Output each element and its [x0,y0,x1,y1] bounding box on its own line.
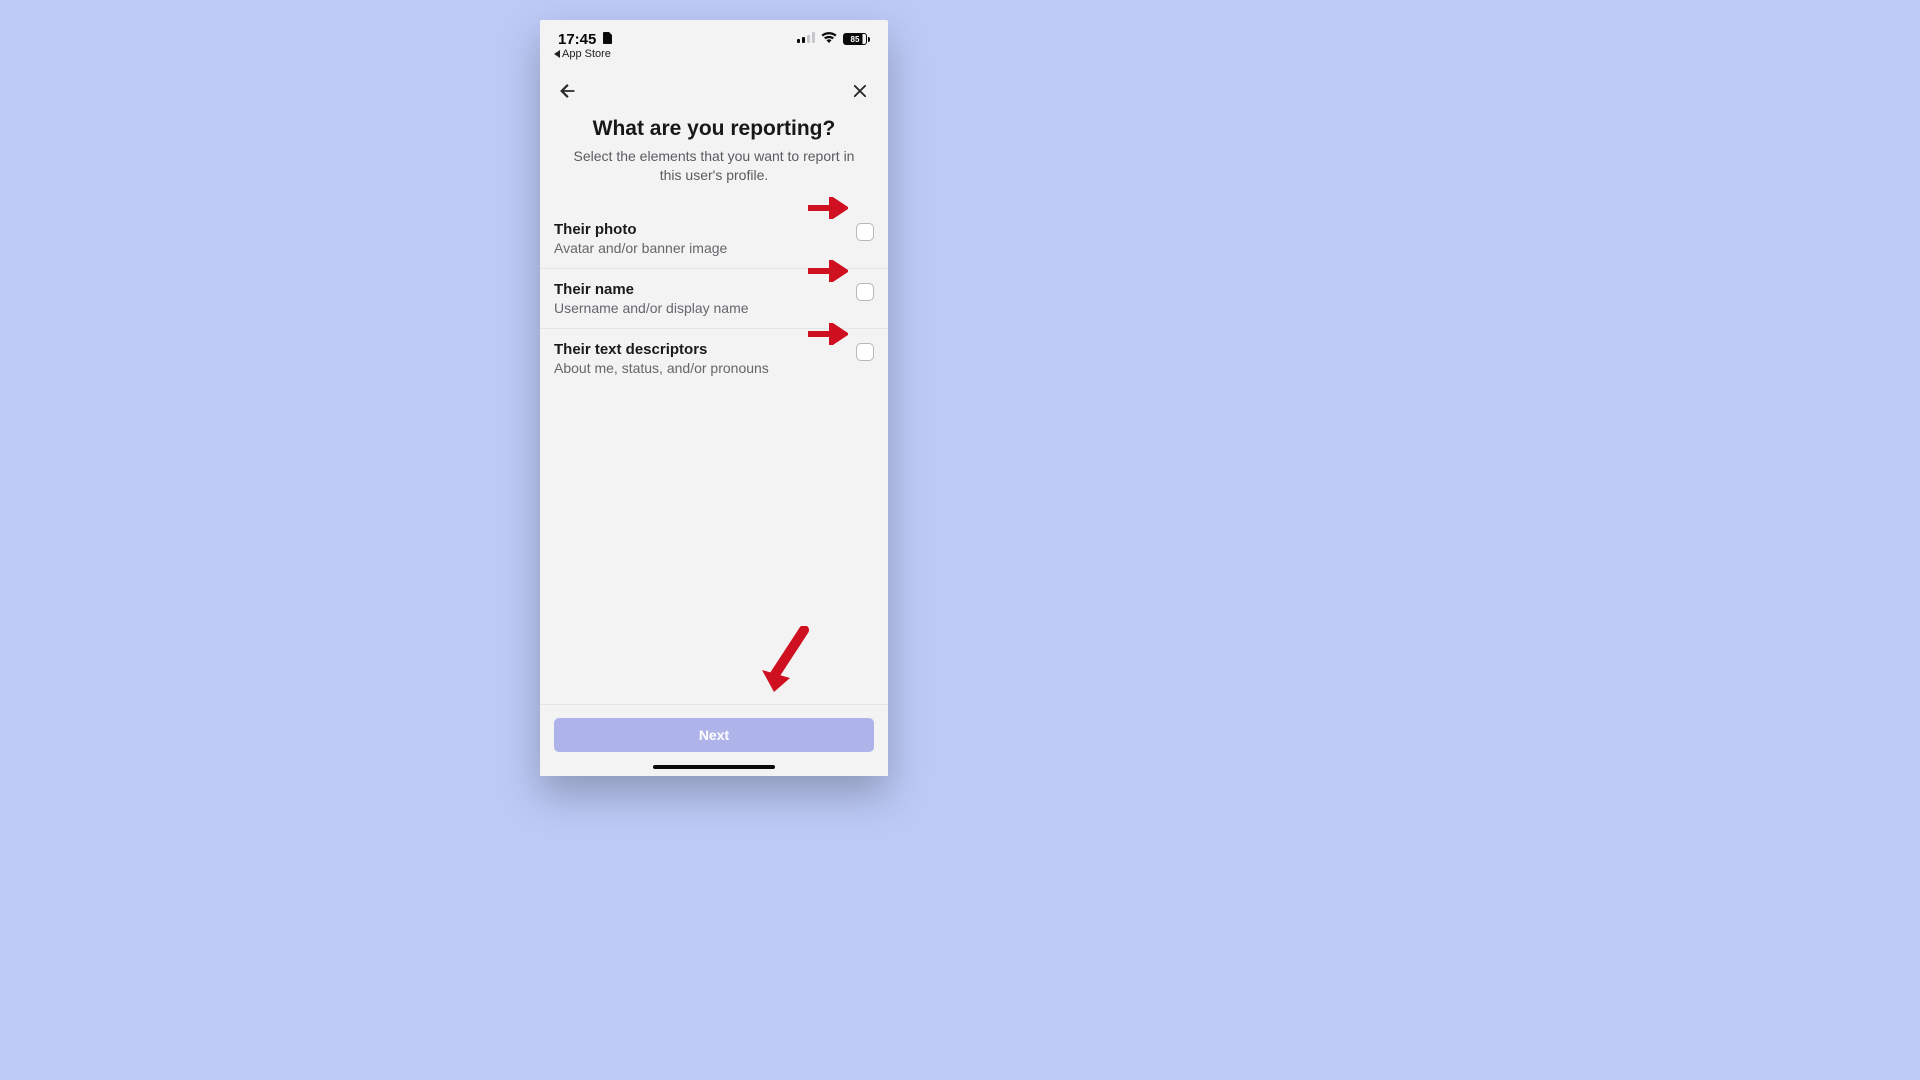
option-title: Their photo [554,221,838,238]
arrow-left-icon [557,80,579,102]
option-title: Their name [554,281,838,298]
option-checkbox[interactable] [856,223,874,241]
back-button[interactable] [554,77,582,105]
status-right: 85 [797,30,870,48]
cellular-icon [797,30,815,48]
option-title: Their text descriptors [554,341,838,358]
back-triangle-icon [554,50,560,58]
next-button[interactable]: Next [554,718,874,752]
battery-value: 85 [851,35,860,44]
status-left: 17:45 [558,31,612,48]
footer: Next [540,704,888,776]
appstore-back-link[interactable]: App Store [554,48,611,60]
sim-icon [602,31,612,48]
wifi-icon [821,30,837,48]
page-title: What are you reporting? [564,117,864,141]
option-checkbox[interactable] [856,343,874,361]
appstore-back-label: App Store [562,48,611,60]
page-subtitle: Select the elements that you want to rep… [564,147,864,185]
option-checkbox[interactable] [856,283,874,301]
close-button[interactable] [846,77,874,105]
option-photo[interactable]: Their photo Avatar and/or banner image [540,209,888,269]
options-list: Their photo Avatar and/or banner image T… [540,209,888,388]
option-name[interactable]: Their name Username and/or display name [540,269,888,329]
close-icon [851,82,869,100]
home-indicator [653,765,775,769]
option-text-descriptors[interactable]: Their text descriptors About me, status,… [540,329,888,388]
battery-icon: 85 [843,33,870,45]
option-desc: About me, status, and/or pronouns [554,360,838,376]
status-bar: 17:45 85 [540,20,888,49]
option-desc: Username and/or display name [554,300,838,316]
option-desc: Avatar and/or banner image [554,240,838,256]
title-block: What are you reporting? Select the eleme… [540,111,888,195]
phone-frame: 17:45 85 [540,20,888,776]
status-time: 17:45 [558,31,596,48]
